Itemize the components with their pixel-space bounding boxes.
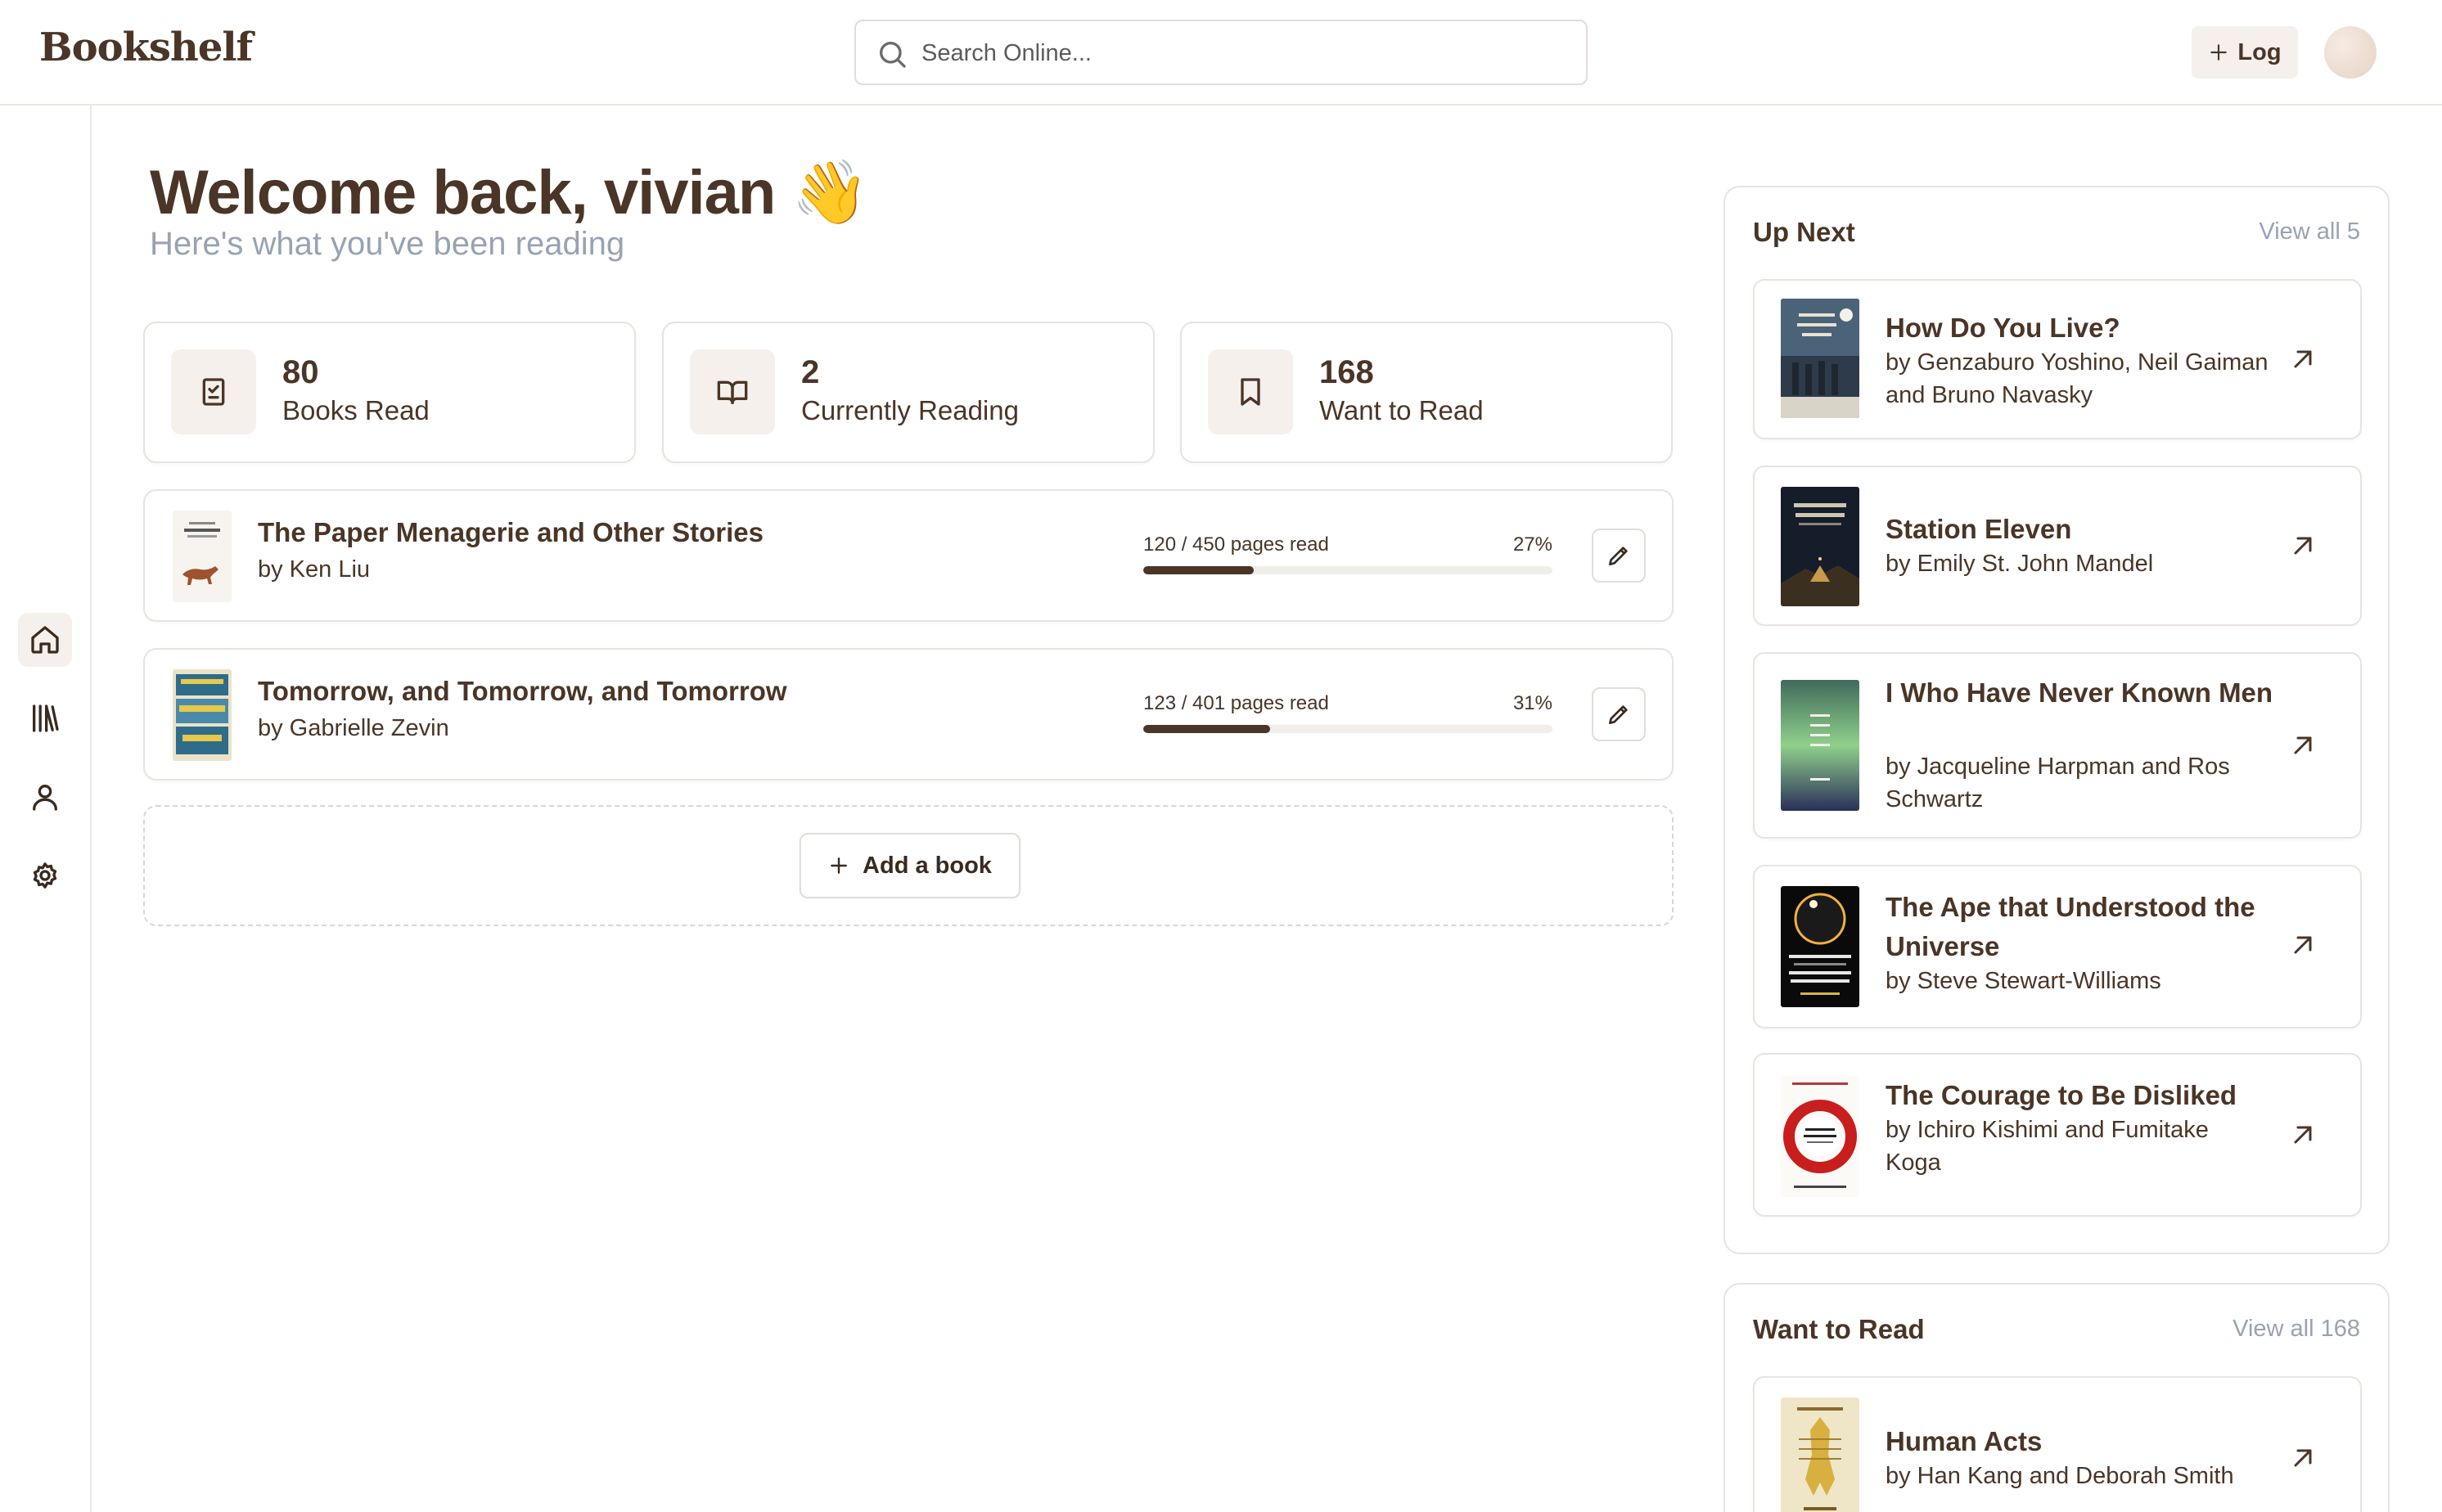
- checklist-icon: [202, 378, 225, 406]
- add-book-label: Add a book: [863, 852, 992, 879]
- book-title: Human Acts: [1886, 1426, 2043, 1456]
- progress-fill: [1143, 566, 1254, 574]
- book-cover: [173, 669, 232, 761]
- sidebar-item-profile[interactable]: [18, 770, 72, 824]
- page-title: Welcome back, vivian 👋: [150, 158, 869, 227]
- library-icon: [33, 704, 59, 732]
- stat-value: 80: [282, 354, 319, 390]
- book-author: by Emily St. John Mandel: [1886, 551, 2154, 577]
- add-book-button[interactable]: Add a book: [800, 833, 1021, 898]
- stat-icon-box: [1208, 349, 1293, 434]
- book-title: I Who Have Never Known Men: [1886, 677, 2273, 708]
- sidebar-item-library[interactable]: [18, 691, 72, 745]
- book-cover: [1781, 680, 1859, 811]
- book-author: by Jacqueline Harpman and Ros Schwartz: [1886, 754, 2230, 812]
- book-cover: [1781, 1397, 1859, 1512]
- app-logo[interactable]: Bookshelf: [39, 25, 253, 70]
- book-author: by Genzaburo Yoshino, Neil Gaiman and Br…: [1886, 349, 2269, 408]
- up-next-book-card[interactable]: The Courage to Be Disliked by Ichiro Kis…: [1753, 1053, 2362, 1217]
- edit-progress-button[interactable]: [1592, 687, 1646, 741]
- stat-icon-box: [690, 349, 775, 434]
- pencil-icon: [1609, 547, 1628, 565]
- reading-card[interactable]: Tomorrow, and Tomorrow, and Tomorrow by …: [143, 648, 1674, 781]
- book-cover: [1781, 299, 1859, 418]
- progress-percent: 27%: [1512, 533, 1552, 556]
- pages-read: 120 / 450 pages read: [1143, 533, 1329, 556]
- book-author: by Ken Liu: [258, 556, 371, 583]
- search-input[interactable]: [921, 33, 1560, 74]
- book-open-icon: [717, 380, 748, 404]
- book-title: How Do You Live?: [1886, 313, 2120, 343]
- sidebar: [0, 106, 92, 1512]
- stat-card-currently-reading[interactable]: 2 Currently Reading: [662, 322, 1155, 463]
- stat-icon-box: [171, 349, 256, 434]
- arrow-up-right-icon[interactable]: [2288, 1120, 2318, 1150]
- book-author: by Ichiro Kishimi and Fumitake Koga: [1886, 1117, 2209, 1176]
- stat-label: Books Read: [282, 395, 430, 425]
- book-title: The Courage to Be Disliked: [1886, 1080, 2237, 1110]
- bookmark-icon: [1241, 378, 1260, 406]
- book-title[interactable]: Tomorrow, and Tomorrow, and Tomorrow: [258, 676, 787, 707]
- add-book-area: Add a book: [143, 805, 1674, 926]
- up-next-book-card[interactable]: I Who Have Never Known Men by Jacqueline…: [1753, 652, 2362, 839]
- want-to-read-panel: Want to Read View all 168 Human Acts by …: [1723, 1283, 2390, 1512]
- page-subtitle: Here's what you've been reading: [150, 226, 625, 262]
- stat-label: Want to Read: [1319, 395, 1484, 425]
- up-next-book-card[interactable]: How Do You Live? by Genzaburo Yoshino, N…: [1753, 279, 2362, 439]
- book-title[interactable]: The Paper Menagerie and Other Stories: [258, 517, 764, 548]
- up-next-view-all-link[interactable]: View all 5: [2259, 218, 2360, 245]
- search-box[interactable]: [854, 20, 1588, 85]
- reading-card[interactable]: The Paper Menagerie and Other Stories by…: [143, 489, 1674, 622]
- up-next-book-card[interactable]: Station Eleven by Emily St. John Mandel: [1753, 466, 2362, 626]
- gear-icon: [33, 862, 57, 889]
- progress-bar: [1143, 725, 1552, 733]
- book-author: by Steve Stewart-Williams: [1886, 968, 2161, 994]
- log-button-label: Log: [2237, 38, 2282, 65]
- edit-progress-button[interactable]: [1592, 529, 1646, 583]
- search-icon: [880, 42, 906, 68]
- top-bar: Bookshelf Log: [0, 0, 2442, 106]
- book-cover: [1781, 487, 1859, 606]
- arrow-up-right-icon[interactable]: [2288, 930, 2318, 960]
- sidebar-item-home[interactable]: [18, 613, 72, 667]
- arrow-up-right-icon[interactable]: [2288, 1443, 2318, 1473]
- pencil-icon: [1609, 705, 1628, 724]
- up-next-panel: Up Next View all 5 How Do You Live? by G…: [1723, 186, 2390, 1254]
- sidebar-item-settings[interactable]: [18, 848, 72, 902]
- user-avatar[interactable]: [2324, 26, 2377, 79]
- progress-bar: [1143, 566, 1552, 574]
- want-to-read-heading: Want to Read: [1753, 1314, 1925, 1344]
- plus-icon: [2210, 44, 2228, 61]
- book-title: Station Eleven: [1886, 514, 2072, 544]
- book-title: The Ape that Understood the Universe: [1886, 892, 2255, 961]
- user-icon: [33, 785, 58, 811]
- arrow-up-right-icon[interactable]: [2288, 344, 2318, 374]
- stat-card-books-read[interactable]: 80 Books Read: [143, 322, 636, 463]
- book-author: by Han Kang and Deborah Smith: [1886, 1463, 2234, 1489]
- book-cover: [1781, 886, 1859, 1007]
- plus-icon: [831, 857, 847, 874]
- pages-read: 123 / 401 pages read: [1143, 692, 1329, 714]
- stat-value: 2: [801, 354, 820, 390]
- stat-value: 168: [1319, 354, 1374, 390]
- stat-label: Currently Reading: [801, 395, 1019, 425]
- progress-percent: 31%: [1512, 692, 1552, 714]
- arrow-up-right-icon[interactable]: [2288, 531, 2318, 560]
- log-button[interactable]: Log: [2192, 26, 2298, 79]
- book-cover: [173, 511, 232, 602]
- book-cover: [1781, 1076, 1859, 1197]
- up-next-book-card[interactable]: The Ape that Understood the Universe by …: [1753, 865, 2362, 1028]
- up-next-heading: Up Next: [1753, 217, 1855, 247]
- stat-card-want-to-read[interactable]: 168 Want to Read: [1180, 322, 1673, 463]
- want-to-read-book-card[interactable]: Human Acts by Han Kang and Deborah Smith: [1753, 1376, 2362, 1512]
- progress-fill: [1143, 725, 1270, 733]
- home-icon: [31, 626, 59, 654]
- arrow-up-right-icon[interactable]: [2288, 731, 2318, 760]
- want-to-read-view-all-link[interactable]: View all 168: [2232, 1316, 2360, 1343]
- book-author: by Gabrielle Zevin: [258, 715, 449, 741]
